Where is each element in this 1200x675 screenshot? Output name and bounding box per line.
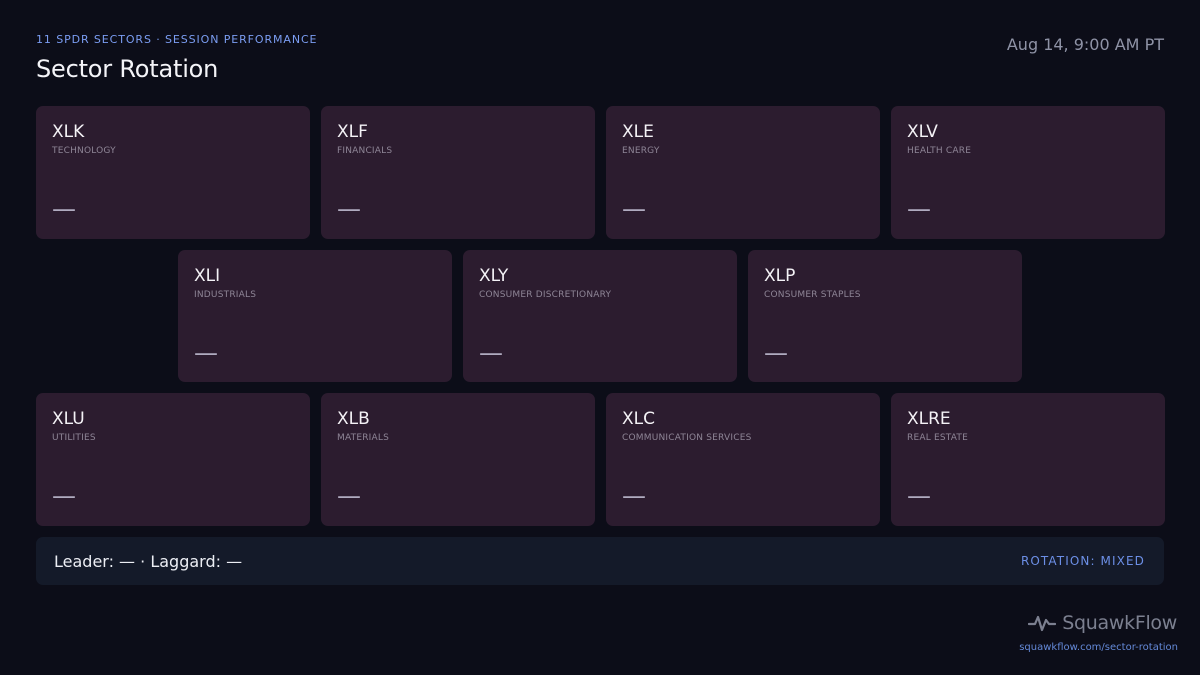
change-value: — (52, 195, 76, 223)
brand-name: SquawkFlow (1062, 612, 1177, 634)
sector-tile-xlu[interactable]: XLU UTILITIES — (36, 393, 310, 526)
sector-tile-xlv[interactable]: XLV HEALTH CARE — (891, 106, 1165, 239)
change-value: — (907, 482, 931, 510)
ticker: XLC (622, 409, 655, 429)
sector-tile-xlc[interactable]: XLC COMMUNICATION SERVICES — (606, 393, 880, 526)
summary-bar: Leader: — · Laggard: — ROTATION: MIXED (36, 537, 1164, 585)
ticker: XLU (52, 409, 85, 429)
ticker: XLP (764, 266, 796, 286)
sector-name: CONSUMER STAPLES (764, 290, 861, 300)
sector-tile-xlp[interactable]: XLP CONSUMER STAPLES — (748, 250, 1022, 382)
change-value: — (907, 195, 931, 223)
ticker: XLI (194, 266, 221, 286)
pulse-icon (1028, 615, 1057, 632)
change-value: — (622, 482, 646, 510)
sector-tile-xlb[interactable]: XLB MATERIALS — (321, 393, 595, 526)
timestamp: Aug 14, 9:00 AM PT (1006, 35, 1164, 54)
sector-name: REAL ESTATE (907, 433, 969, 443)
rotation-status: ROTATION: MIXED (1020, 554, 1145, 568)
brand-logo: SquawkFlow (1028, 612, 1177, 634)
change-value: — (764, 339, 788, 367)
sector-tile-xle[interactable]: XLE ENERGY — (606, 106, 880, 239)
sector-name: MATERIALS (337, 433, 389, 443)
sector-name: TECHNOLOGY (52, 146, 116, 156)
ticker: XLB (337, 409, 370, 429)
sector-name: COMMUNICATION SERVICES (622, 433, 752, 443)
sector-tile-xlre[interactable]: XLRE REAL ESTATE — (891, 393, 1165, 526)
sector-tile-xlf[interactable]: XLF FINANCIALS — (321, 106, 595, 239)
page-title: Sector Rotation (36, 55, 219, 83)
ticker: XLK (52, 122, 85, 142)
ticker: XLV (907, 122, 938, 142)
leader-laggard-text: Leader: — · Laggard: — (54, 551, 243, 571)
ticker: XLY (479, 266, 509, 286)
ticker: XLF (337, 122, 368, 142)
change-value: — (479, 339, 503, 367)
sector-tile-xlk[interactable]: XLK TECHNOLOGY — (36, 106, 310, 239)
sector-name: UTILITIES (52, 433, 96, 443)
eyebrow: 11 SPDR SECTORS · SESSION PERFORMANCE (36, 33, 318, 46)
change-value: — (622, 195, 646, 223)
change-value: — (337, 195, 361, 223)
sector-name: INDUSTRIALS (194, 290, 257, 300)
change-value: — (52, 482, 76, 510)
brand-url[interactable]: squawkflow.com/sector-rotation (1019, 642, 1178, 653)
sector-name: FINANCIALS (337, 146, 393, 156)
sector-name: CONSUMER DISCRETIONARY (479, 290, 612, 300)
change-value: — (337, 482, 361, 510)
sector-tile-xly[interactable]: XLY CONSUMER DISCRETIONARY — (463, 250, 737, 382)
change-value: — (194, 339, 218, 367)
sector-name: HEALTH CARE (907, 146, 972, 156)
ticker: XLE (622, 122, 654, 142)
ticker: XLRE (907, 409, 951, 429)
sector-name: ENERGY (622, 146, 660, 156)
sector-tile-xli[interactable]: XLI INDUSTRIALS — (178, 250, 452, 382)
